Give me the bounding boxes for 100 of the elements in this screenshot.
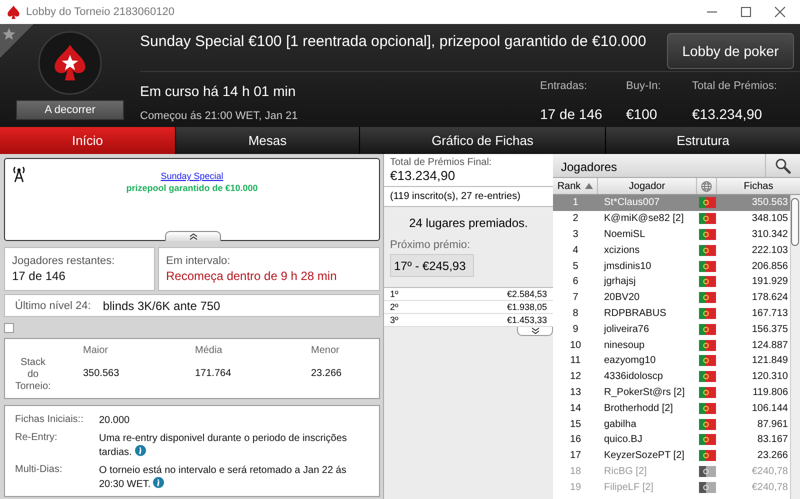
news-link[interactable]: Sunday Special: [160, 171, 224, 181]
flag-icon: [698, 292, 716, 304]
player-row[interactable]: 6 jgrhajsj 191.929: [553, 274, 790, 290]
player-name: jmsdinis10: [602, 260, 652, 272]
rank-cell-text: 9: [572, 324, 580, 335]
info-icon: [134, 445, 146, 456]
checkbox[interactable]: [4, 323, 14, 333]
player-row[interactable]: 16 quico.BJ 83.167: [553, 432, 790, 448]
info-label: Último nível 24:: [15, 300, 91, 312]
chip-count: 106.144: [750, 402, 789, 414]
app-logo-icon: [7, 5, 21, 19]
news-subtitle: prizepool garantido de €10.000: [125, 183, 259, 193]
antenna-icon: [11, 165, 27, 183]
scroll-thumb[interactable]: [791, 198, 799, 246]
player-row[interactable]: 3 NoemiSL 310.342: [553, 226, 790, 242]
stack-value: 23.266: [311, 368, 343, 379]
search-icon: [775, 158, 791, 174]
tournament-title: Sunday Special €100 [1 reentrada opcional], prizepool garantido de €10.000: [140, 33, 646, 50]
column-header[interactable]: Jogador: [598, 178, 697, 194]
stat-label: Buy-In:: [626, 80, 662, 92]
prize-place: 3º: [390, 315, 398, 326]
stat-value: €13.234,90: [692, 106, 764, 122]
chip-count: 156.375: [750, 324, 789, 335]
player-row[interactable]: 2 K@miK@se82 [2] 348.105: [553, 210, 790, 227]
player-row[interactable]: 13 R_PokerSt@rs [2] 119.806: [553, 384, 790, 400]
chip-count: 124.887: [750, 340, 789, 351]
chip-count: 191.929: [750, 276, 789, 288]
tab[interactable]: Estrutura: [606, 127, 800, 154]
player-row[interactable]: 7 20BV20 178.624: [553, 290, 790, 306]
flag-icon: [698, 371, 716, 382]
chip-count: 83.167: [756, 434, 789, 446]
player-row[interactable]: 15 gabilha 87.961: [553, 416, 790, 432]
stack-value: 350.563: [83, 368, 120, 379]
status-text: Em curso há 14 h 01 min: [140, 83, 297, 99]
scrollbar[interactable]: [790, 195, 800, 499]
flag-icon: [698, 482, 716, 493]
stack-label: Stack do Torneio:: [15, 356, 51, 394]
flag-icon: [698, 340, 716, 351]
status-badge: A decorrer: [16, 100, 124, 120]
player-name: St*Claus007: [603, 197, 661, 208]
chip-count: €240,78: [750, 466, 789, 477]
player-row[interactable]: 9 joliveira76 156.375: [553, 321, 790, 338]
detail-value: O torneio está no intervalo e será retomado a Jan 22 ás 20:30 WET.: [99, 464, 348, 491]
detail-label: Multi-Dias:: [15, 464, 64, 477]
player-row[interactable]: 12 4336idoloscp 120.310: [553, 368, 790, 385]
player-row[interactable]: 11 eazyomg10 121.849: [553, 352, 790, 369]
chip-count: 348.105: [750, 213, 789, 224]
flag-icon: [698, 228, 716, 240]
flag-icon: [698, 450, 716, 462]
tab[interactable]: Início: [0, 127, 175, 154]
rank-cell-text: 18: [568, 466, 582, 477]
column-header: Maior: [83, 345, 110, 356]
flag-icon: [698, 244, 716, 256]
chip-count: 120.310: [750, 371, 789, 382]
double-chevron-up-icon: [188, 233, 198, 240]
collapse-tab[interactable]: [165, 231, 221, 241]
player-name: Brotherhodd [2]: [603, 402, 674, 414]
entries-note: (119 inscrito(s), 27 re-entries): [384, 187, 553, 207]
column-header[interactable]: Rank: [553, 178, 598, 194]
rank-cell-text: 2: [572, 213, 580, 224]
tab[interactable]: Gráfico de Fichas: [360, 127, 605, 154]
stat-label: Total de Prémios:: [692, 80, 778, 92]
star-icon: [2, 27, 16, 41]
info-label: Jogadores restantes:: [12, 255, 116, 267]
prize-total: €13.234,90: [390, 168, 456, 183]
rank-cell-text: 3: [572, 228, 580, 240]
player-name: quico.BJ: [603, 434, 644, 446]
player-row[interactable]: 14 Brotherhodd [2] 106.144: [553, 400, 790, 416]
rank-cell-text: 17: [568, 450, 582, 462]
player-row[interactable]: 8 RDPBRABUS 167.713: [553, 306, 790, 322]
flag-icon: [698, 276, 716, 288]
detail-label: Re-Entry:: [15, 432, 58, 445]
column-header[interactable]: Fichas: [717, 178, 800, 194]
player-name: eazyomg10: [603, 355, 657, 366]
tab[interactable]: Mesas: [176, 127, 359, 154]
next-prize-label: Próximo prémio:: [390, 239, 472, 251]
rank-cell-text: 4: [572, 244, 580, 256]
chip-count: €240,78: [750, 482, 789, 493]
expand-tab[interactable]: [517, 327, 553, 336]
chip-count: 87.961: [756, 418, 789, 430]
player-row[interactable]: 17 KeyzerSozePT [2] 23.266: [553, 448, 790, 464]
prize-place: 2º: [390, 302, 398, 313]
player-name: KeyzerSozePT [2]: [603, 450, 686, 462]
prize-amount: €1.453,33: [506, 315, 547, 326]
flag-icon: [698, 355, 716, 366]
paid-places: 24 lugares premiados.: [408, 216, 529, 230]
player-name: xcizions: [603, 244, 641, 256]
rank-cell-text: 1: [572, 197, 580, 208]
lobby-button[interactable]: Lobby de poker: [667, 33, 794, 69]
info-icon: [153, 477, 164, 488]
chip-count: 350.563: [750, 197, 789, 208]
rank-cell-text: 12: [568, 371, 582, 382]
player-row[interactable]: 4 xcizions 222.103: [553, 242, 790, 258]
player-row[interactable]: 10 ninesoup 124.887: [553, 337, 790, 353]
player-row[interactable]: 5 jmsdinis10 206.856: [553, 258, 790, 274]
rank-cell-text: 13: [568, 386, 582, 398]
chip-count: 310.342: [750, 228, 789, 240]
player-name: 20BV20: [603, 292, 641, 304]
detail-label: Fichas Iniciais::: [15, 414, 84, 427]
player-name: RicBG [2]: [603, 466, 648, 477]
